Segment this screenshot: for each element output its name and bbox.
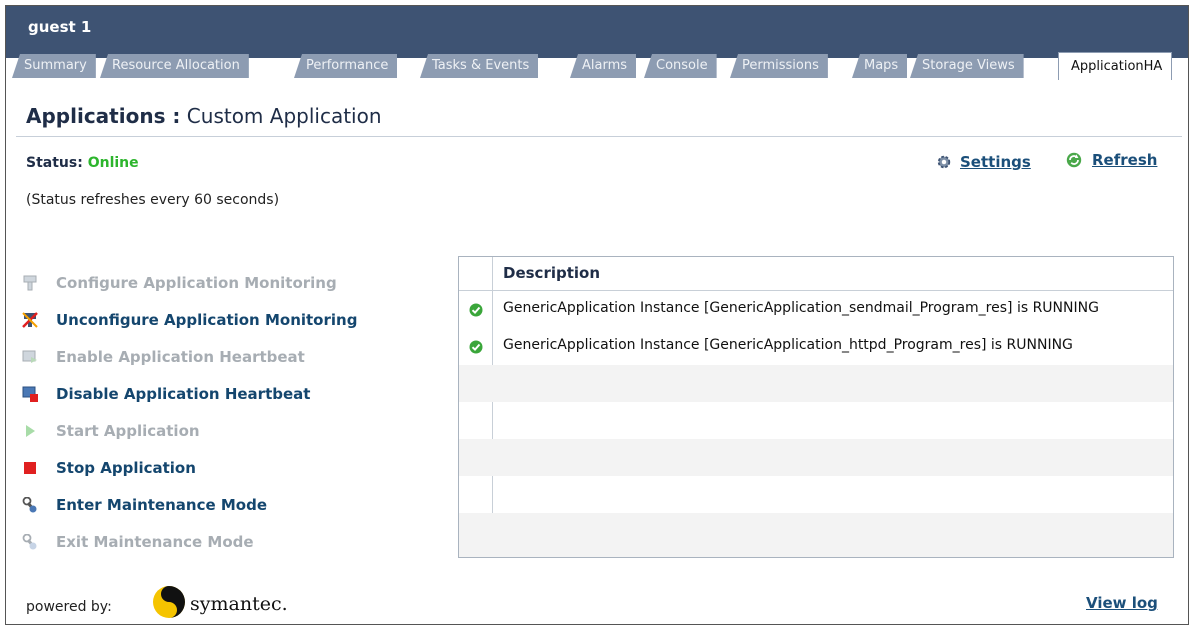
empty-row xyxy=(459,476,1173,513)
check-icon xyxy=(469,302,483,321)
page-title-bold: Applications : xyxy=(26,104,181,128)
symantec-logo-icon xyxy=(152,585,186,623)
actions-list: Configure Application Monitoring Unconfi… xyxy=(22,264,452,560)
refresh-note: (Status refreshes every 60 seconds) xyxy=(26,192,280,208)
empty-row xyxy=(459,513,1173,557)
tab-resource-allocation[interactable]: Resource Allocation xyxy=(100,54,249,78)
description-column-header[interactable]: Description xyxy=(503,264,600,282)
play-icon xyxy=(22,423,38,439)
tab-applicationha[interactable]: ApplicationHA xyxy=(1058,52,1173,80)
stop-application-action[interactable]: Stop Application xyxy=(22,449,452,486)
symantec-wordmark: symantec. xyxy=(190,593,288,615)
settings-link[interactable]: Settings xyxy=(936,153,1031,171)
action-label: Disable Application Heartbeat xyxy=(56,384,311,403)
page-title: Applications : Custom Application xyxy=(26,104,382,128)
tab-performance[interactable]: Performance xyxy=(294,54,398,78)
empty-row xyxy=(459,439,1173,476)
action-label: Configure Application Monitoring xyxy=(56,273,337,292)
row-description: GenericApplication Instance [GenericAppl… xyxy=(503,337,1073,353)
window-title: guest 1 xyxy=(28,18,92,36)
table-row[interactable]: GenericApplication Instance [GenericAppl… xyxy=(459,328,1173,365)
page-title-app-name: Custom Application xyxy=(186,104,382,128)
empty-row xyxy=(459,402,1173,439)
status-value: Online xyxy=(87,155,139,171)
title-bar: guest 1 xyxy=(6,6,1188,58)
tab-maps[interactable]: Maps xyxy=(852,54,908,78)
refresh-link[interactable]: Refresh xyxy=(1066,151,1157,169)
action-label: Start Application xyxy=(56,421,200,440)
empty-row xyxy=(459,365,1173,402)
gear-icon xyxy=(936,154,952,170)
view-log-link[interactable]: View log xyxy=(1086,593,1158,612)
refresh-icon xyxy=(1066,152,1082,168)
enable-heartbeat-icon xyxy=(22,349,38,365)
powered-by-label: powered by: xyxy=(26,599,112,615)
action-label: Stop Application xyxy=(56,458,196,477)
action-label: Enable Application Heartbeat xyxy=(56,347,305,366)
stop-icon xyxy=(22,460,38,476)
exit-maintenance-action[interactable]: Exit Maintenance Mode xyxy=(22,523,452,560)
tab-permissions[interactable]: Permissions xyxy=(730,54,828,78)
tab-console[interactable]: Console xyxy=(644,54,717,78)
row-description: GenericApplication Instance [GenericAppl… xyxy=(503,300,1099,316)
configure-icon xyxy=(22,275,38,291)
tab-alarms[interactable]: Alarms xyxy=(570,54,637,78)
unconfigure-icon xyxy=(22,311,38,328)
start-application-action[interactable]: Start Application xyxy=(22,412,452,449)
refresh-label[interactable]: Refresh xyxy=(1092,151,1157,169)
status-table: Description GenericApplication Instance … xyxy=(458,256,1174,558)
disable-heartbeat-action[interactable]: Disable Application Heartbeat xyxy=(22,375,452,412)
table-header: Description xyxy=(459,257,1173,291)
enable-heartbeat-action[interactable]: Enable Application Heartbeat xyxy=(22,338,452,375)
disable-heartbeat-icon xyxy=(22,386,38,402)
check-icon xyxy=(469,339,483,358)
settings-label[interactable]: Settings xyxy=(960,153,1031,171)
heading-divider xyxy=(16,136,1182,137)
tab-tasks-events[interactable]: Tasks & Events xyxy=(420,54,539,78)
action-label: Enter Maintenance Mode xyxy=(56,495,268,514)
application-window: guest 1 Summary Resource Allocation Perf… xyxy=(5,5,1189,625)
applicationha-panel: Applications : Custom Application Status… xyxy=(6,82,1188,624)
wrench-icon xyxy=(22,533,38,550)
wrench-icon xyxy=(22,496,38,513)
table-row[interactable]: GenericApplication Instance [GenericAppl… xyxy=(459,291,1173,328)
unconfigure-monitoring-action[interactable]: Unconfigure Application Monitoring xyxy=(22,301,452,338)
action-label: Exit Maintenance Mode xyxy=(56,532,254,551)
configure-monitoring-action[interactable]: Configure Application Monitoring xyxy=(22,264,452,301)
tab-bar: Summary Resource Allocation Performance … xyxy=(12,52,1182,82)
enter-maintenance-action[interactable]: Enter Maintenance Mode xyxy=(22,486,452,523)
tab-summary[interactable]: Summary xyxy=(12,54,96,78)
action-label: Unconfigure Application Monitoring xyxy=(56,310,358,329)
status-label: Status: xyxy=(26,155,83,171)
symantec-logo: symantec. xyxy=(152,585,288,623)
view-log-label[interactable]: View log xyxy=(1086,594,1158,612)
status-line: Status: Online xyxy=(26,155,139,171)
tab-storage-views[interactable]: Storage Views xyxy=(910,54,1024,78)
